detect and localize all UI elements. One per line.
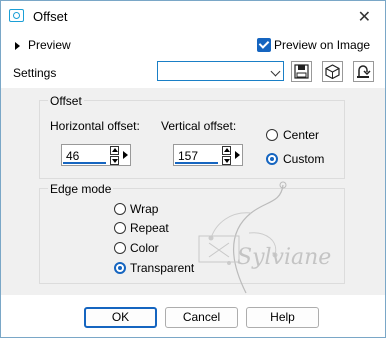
save-preset-icon: [294, 64, 309, 79]
preset-options-button[interactable]: [322, 61, 343, 82]
preview-on-image-checkbox[interactable]: [257, 38, 271, 52]
title-bar: Offset ✕: [1, 1, 385, 31]
focus-underline: [63, 162, 106, 164]
preview-toggle[interactable]: Preview: [15, 38, 71, 52]
focus-underline: [175, 162, 218, 164]
repeat-radio-label[interactable]: Repeat: [130, 221, 169, 235]
horizontal-offset-label: Horizontal offset:: [50, 119, 140, 133]
color-radio-label[interactable]: Color: [130, 241, 159, 255]
save-preset-button[interactable]: [291, 61, 312, 82]
vertical-offset-value[interactable]: 157: [178, 149, 198, 163]
ok-button[interactable]: OK: [84, 307, 157, 328]
edge-mode-group-title: Edge mode: [48, 182, 114, 196]
preview-on-image-label[interactable]: Preview on Image: [274, 38, 370, 52]
decrement-icon[interactable]: [222, 156, 231, 165]
offset-dialog: Offset ✕ Preview Preview on Image Settin…: [0, 0, 386, 338]
app-offset-icon: [9, 9, 24, 22]
reset-button[interactable]: [353, 61, 374, 82]
offset-group-title: Offset: [48, 94, 84, 108]
watermark-signature: Sylviane: [237, 245, 332, 270]
slider-popup-icon[interactable]: [123, 151, 128, 159]
color-radio[interactable]: [114, 242, 126, 254]
center-radio[interactable]: [266, 129, 278, 141]
close-icon[interactable]: ✕: [358, 7, 371, 27]
transparent-radio-label[interactable]: Transparent: [130, 261, 194, 275]
wrap-radio[interactable]: [114, 203, 126, 215]
vertical-offset-stepper[interactable]: 157: [173, 144, 243, 166]
increment-icon[interactable]: [222, 146, 231, 155]
horizontal-offset-value[interactable]: 46: [66, 149, 79, 163]
preview-label: Preview: [28, 38, 71, 52]
preset-options-icon: [325, 64, 340, 80]
custom-radio-label[interactable]: Custom: [283, 152, 324, 166]
decrement-icon[interactable]: [110, 156, 119, 165]
window-title: Offset: [33, 9, 68, 24]
vertical-offset-label: Vertical offset:: [161, 119, 237, 133]
increment-icon[interactable]: [110, 146, 119, 155]
center-radio-label[interactable]: Center: [283, 128, 319, 142]
transparent-radio[interactable]: [114, 262, 126, 274]
help-button[interactable]: Help: [246, 307, 319, 328]
slider-popup-icon[interactable]: [235, 151, 240, 159]
dropdown-arrow-icon: [270, 66, 281, 77]
settings-preset-select[interactable]: [157, 61, 284, 81]
custom-radio[interactable]: [266, 153, 278, 165]
reset-icon: [357, 65, 371, 78]
repeat-radio[interactable]: [114, 222, 126, 234]
settings-label: Settings: [13, 66, 57, 80]
expand-triangle-icon: [15, 41, 20, 50]
wrap-radio-label[interactable]: Wrap: [130, 202, 158, 216]
horizontal-offset-stepper[interactable]: 46: [61, 144, 131, 166]
cancel-button[interactable]: Cancel: [165, 307, 238, 328]
